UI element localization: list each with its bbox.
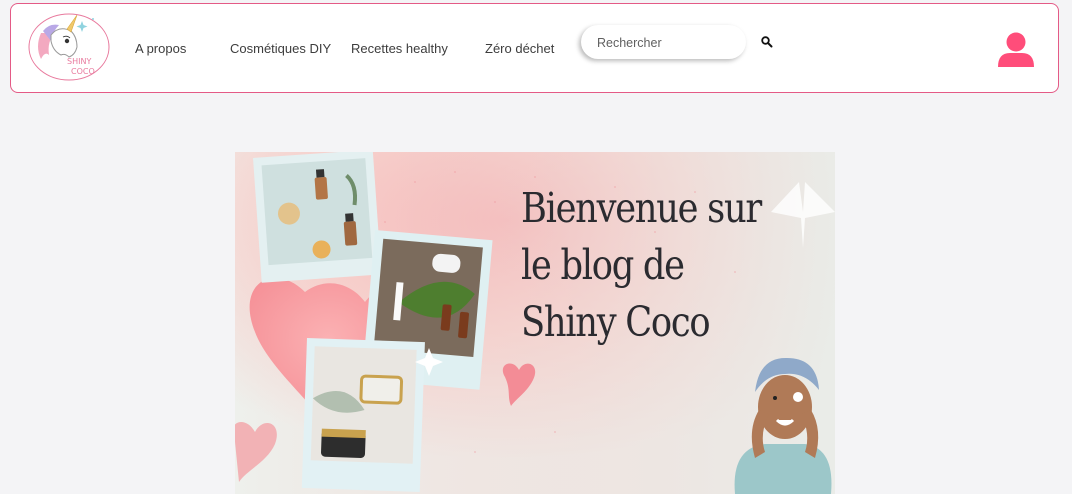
banner-headline: Bienvenue sur le blog de Shiny Coco (521, 180, 788, 351)
nav-link-a-propos[interactable]: A propos (135, 41, 186, 56)
nav-link-recettes-healthy[interactable]: Recettes healthy (351, 41, 448, 56)
headline-line-2: le blog de (521, 241, 685, 289)
user-icon[interactable] (996, 29, 1036, 69)
headline-line-1: Bienvenue sur (521, 184, 762, 232)
logo-text-coco: COCO (71, 67, 95, 76)
site-header: SHINY COCO A propos Cosmétiques DIY Rece… (10, 3, 1059, 93)
search-input[interactable] (595, 32, 739, 54)
search-form (581, 25, 781, 59)
nav-link-zero-dechet[interactable]: Zéro déchet (485, 41, 554, 56)
logo-text-shiny: SHINY (67, 57, 91, 66)
search-box (581, 25, 746, 59)
shiny-coco-logo[interactable]: SHINY COCO (27, 11, 111, 81)
headline-line-3: Shiny Coco (521, 298, 711, 346)
search-icon[interactable] (759, 34, 775, 50)
nav-link-cosmetiques-diy[interactable]: Cosmétiques DIY (230, 41, 331, 56)
